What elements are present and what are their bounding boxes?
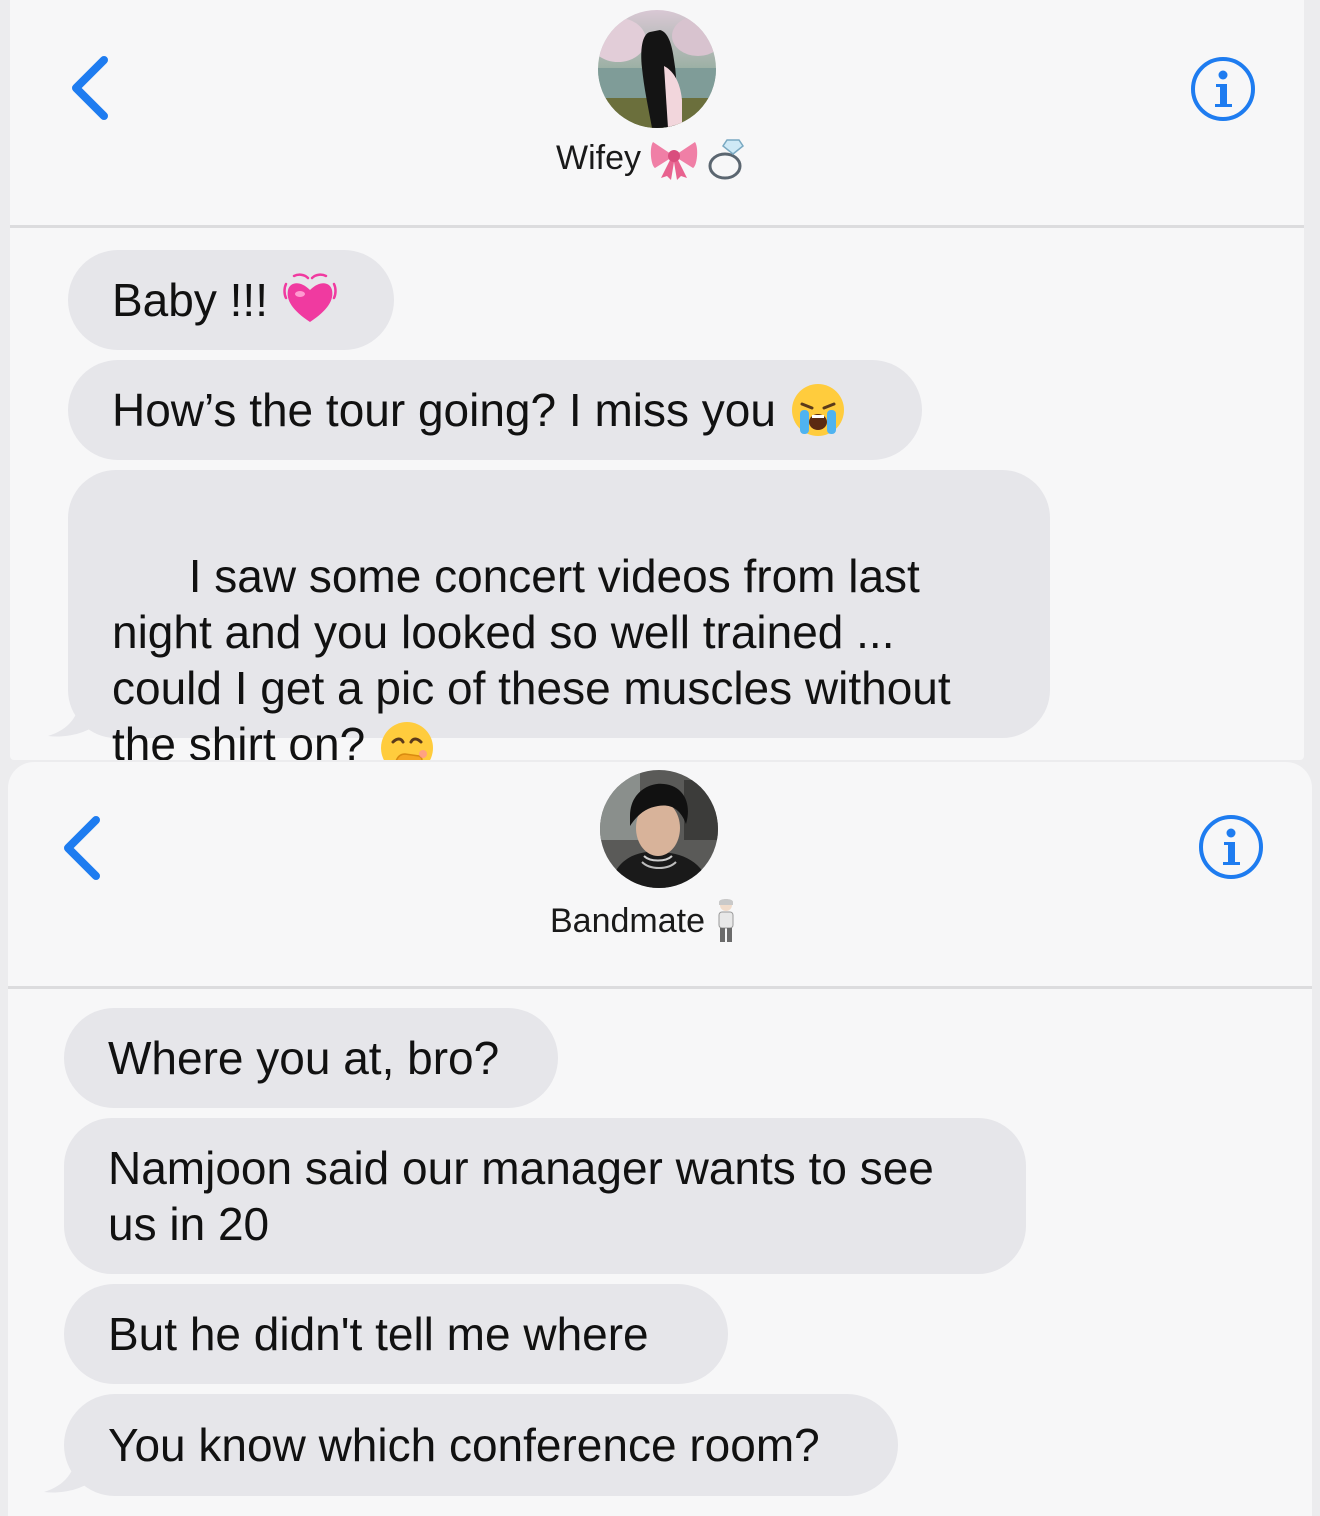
- person-standing-emoji: [713, 898, 739, 944]
- back-chevron-icon[interactable]: [56, 808, 116, 888]
- message-text-content: I saw some concert videos from last nigh…: [112, 550, 964, 760]
- contact-name-text: Wifey: [556, 138, 641, 177]
- message-text: Baby !!!: [112, 274, 268, 326]
- back-chevron-icon[interactable]: [64, 48, 124, 128]
- message-text: How’s the tour going? I miss you: [112, 384, 776, 436]
- growing-heart-emoji: [282, 272, 338, 328]
- message-text: Where you at, bro?: [108, 1032, 500, 1084]
- contact-name[interactable]: Bandmate: [550, 898, 739, 944]
- bubble-tail: [44, 1452, 96, 1493]
- contact-avatar[interactable]: [600, 770, 718, 888]
- info-icon[interactable]: [1190, 56, 1256, 122]
- crying-face-emoji: [790, 382, 846, 438]
- contact-avatar[interactable]: [598, 10, 716, 128]
- message-bubble[interactable]: You know which conference room?: [64, 1394, 898, 1496]
- message-bubble[interactable]: Namjoon said our manager wants to see us…: [64, 1118, 1026, 1274]
- ring-emoji: [707, 136, 747, 180]
- ribbon-emoji: [649, 136, 699, 180]
- header-divider: [8, 986, 1312, 989]
- contact-name-text: Bandmate: [550, 901, 705, 940]
- message-bubble[interactable]: Where you at, bro?: [64, 1008, 558, 1108]
- info-icon[interactable]: [1198, 814, 1264, 880]
- message-bubble[interactable]: But he didn't tell me where: [64, 1284, 728, 1384]
- message-bubble[interactable]: I saw some concert videos from last nigh…: [68, 470, 1050, 760]
- message-bubble[interactable]: How’s the tour going? I miss you: [68, 360, 922, 460]
- message-text: But he didn't tell me where: [108, 1308, 649, 1360]
- header-divider: [10, 225, 1304, 228]
- message-text: Namjoon said our manager wants to see us…: [108, 1142, 947, 1250]
- message-text: I saw some concert videos from last nigh…: [112, 492, 1006, 760]
- message-text: You know which conference room?: [108, 1419, 820, 1471]
- conversation-bandmate: Bandmate Where you at, bro? Namjoon said…: [8, 762, 1312, 1516]
- contact-name[interactable]: Wifey: [556, 136, 747, 180]
- bubble-tail: [48, 696, 100, 737]
- face-with-hand-over-mouth-emoji: [379, 720, 435, 760]
- conversation-wifey: Wifey Baby !!! How’s the tour going? I m…: [10, 0, 1304, 760]
- message-bubble[interactable]: Baby !!!: [68, 250, 394, 350]
